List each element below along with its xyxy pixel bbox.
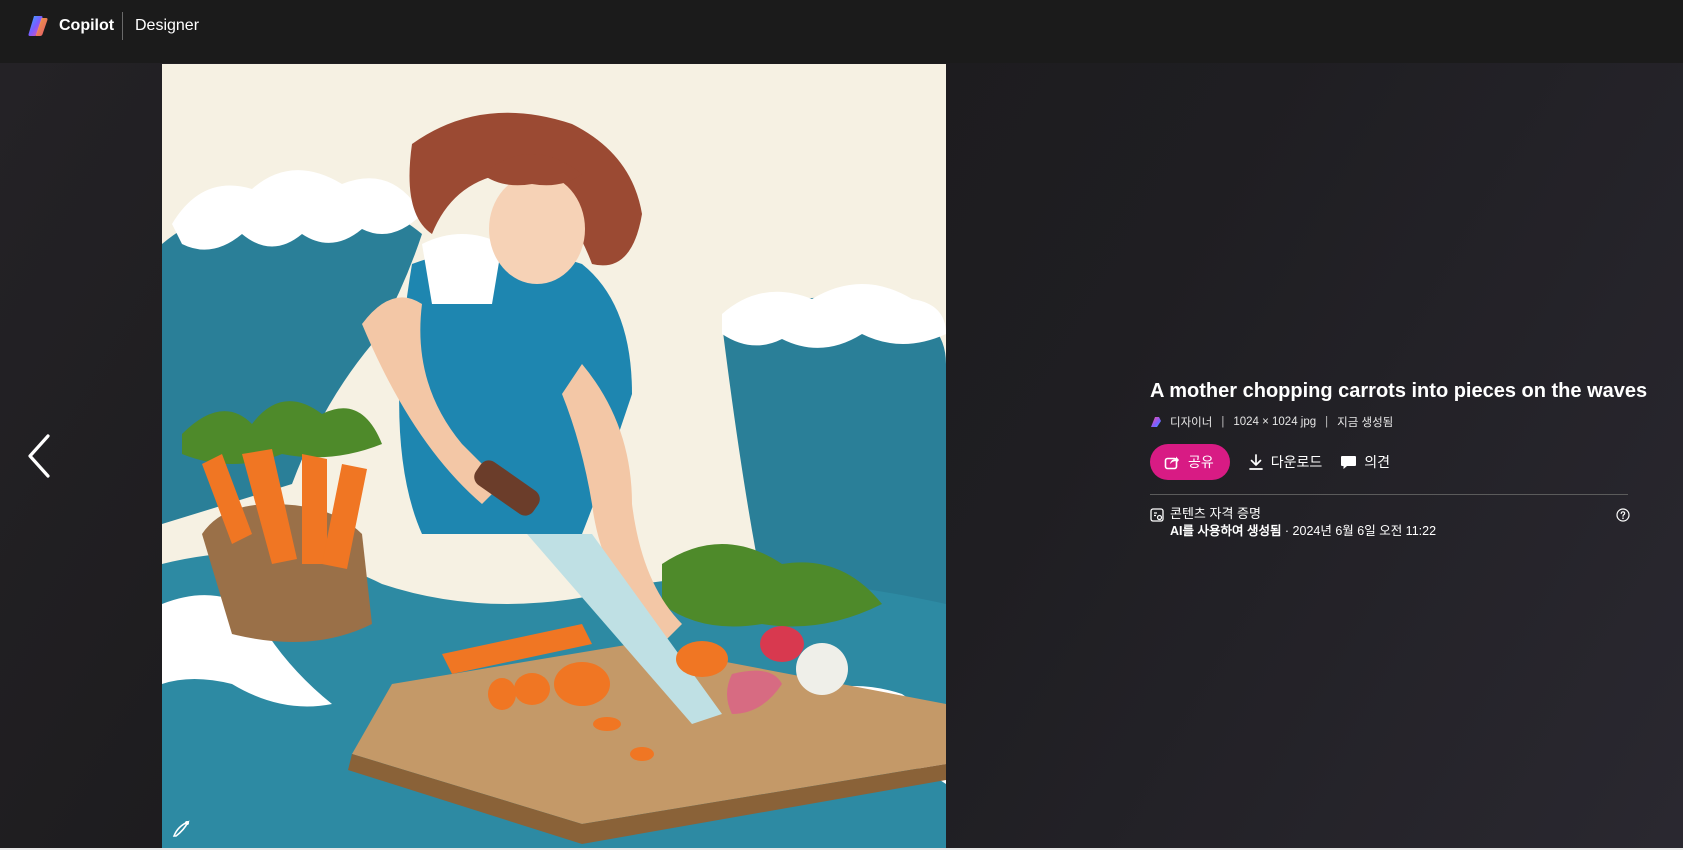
credentials-title: 콘텐츠 자격 증명: [1170, 506, 1261, 521]
share-label: 공유: [1188, 454, 1214, 470]
meta-separator: |: [1221, 416, 1225, 428]
download-icon: [1248, 454, 1263, 470]
download-button[interactable]: 다운로드: [1248, 452, 1323, 472]
designer-logo-icon: [1151, 417, 1161, 427]
brand-divider: [122, 12, 123, 40]
feedback-label: 의견: [1364, 454, 1391, 470]
copilot-logo-icon[interactable]: [26, 14, 50, 38]
help-icon[interactable]: [1616, 508, 1630, 522]
image-meta: 디자이너 | 1024 × 1024 jpg | 지금 생성됨: [1150, 414, 1630, 430]
share-icon: [1164, 456, 1179, 470]
panel-divider: [1150, 494, 1628, 495]
content-credentials: 콘텐츠 자격 증명 AI를 사용하여 생성됨 · 2024년 6월 6일 오전 …: [1150, 505, 1630, 545]
image-details-panel: A mother chopping carrots into pieces on…: [1150, 378, 1648, 545]
chevron-left-icon[interactable]: [22, 430, 58, 482]
meta-status: 지금 생성됨: [1337, 417, 1394, 429]
credentials-detail: AI를 사용하여 생성됨 · 2024년 6월 6일 오전 11:22: [1170, 523, 1436, 540]
brand-name[interactable]: Copilot: [59, 16, 114, 36]
download-label: 다운로드: [1270, 454, 1323, 470]
generated-image[interactable]: [162, 64, 946, 848]
meta-size: 1024 × 1024 jpg: [1233, 416, 1317, 428]
meta-app: 디자이너: [1170, 417, 1213, 429]
top-bar: Copilot Designer: [0, 0, 1683, 63]
credentials-timestamp: · 2024년 6월 6일 오전 11:22: [1281, 524, 1437, 538]
designer-watermark-icon: [172, 820, 190, 837]
credentials-generated-with: AI를 사용하여 생성됨: [1170, 524, 1282, 538]
content-credentials-icon: [1150, 508, 1164, 522]
generated-image-illustration: [162, 64, 946, 848]
action-bar: 공유 다운로드 의견: [1150, 444, 1630, 480]
product-name[interactable]: Designer: [135, 16, 199, 36]
feedback-button[interactable]: 의견: [1340, 452, 1390, 472]
image-title: A mother chopping carrots into pieces on…: [1150, 380, 1648, 402]
feedback-icon: [1341, 456, 1357, 469]
share-button[interactable]: 공유: [1150, 444, 1230, 480]
meta-separator: |: [1325, 416, 1329, 428]
